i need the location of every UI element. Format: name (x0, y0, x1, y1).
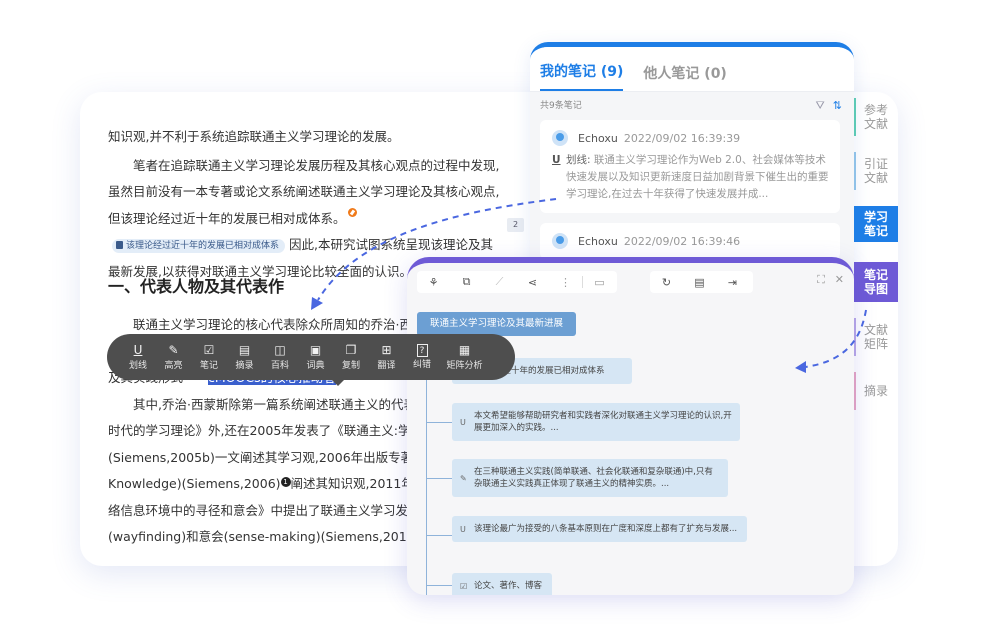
note-bubble[interactable]: 该理论经过近十年的发展已相对成体系 (112, 239, 286, 253)
page-badge: 2 (507, 218, 524, 232)
toolbar-excerpt[interactable]: ▤ 摘录 (234, 343, 256, 372)
avatar (552, 233, 568, 249)
note-card[interactable]: Echoxu 2022/09/02 16:39:39 U 划线: 联通主义学习理… (540, 120, 840, 213)
side-tab-literature-matrix[interactable]: 文献矩阵 (854, 310, 898, 364)
copy-icon: ❐ (345, 342, 357, 357)
filter-icon[interactable]: ⛛ (816, 99, 825, 112)
connector-line (426, 422, 452, 423)
toolbar-underline[interactable]: U 划线 (127, 343, 149, 372)
note-text: 联通主义学习理论作为Web 2.0、社会媒体等技术快速发展以及知识更新速度日益加… (566, 154, 829, 200)
highlight-icon: ✎ (460, 474, 467, 483)
note-card[interactable]: Echoxu 2022/09/02 16:39:46 (540, 223, 840, 259)
notes-panel: 我的笔记 (9) 他人笔记 (0) 共9条笔记 ⛛ ⇅ Echoxu 2022/0… (530, 42, 854, 272)
mind-map-toolbar: ⚘ ⧉ ⟋ ⋖ ⋮ ▭ (417, 271, 617, 293)
correction-icon: ? (416, 343, 428, 357)
note-time: 2022/09/02 16:39:39 (623, 131, 741, 145)
window-controls: ⛶ ✕ (807, 273, 844, 287)
section-heading: 一、代表人物及其代表作 (108, 277, 285, 296)
toolbar-highlight[interactable]: ✎ 高亮 (163, 343, 185, 372)
reference-marker[interactable]: 1 (280, 477, 291, 487)
avatar (552, 130, 568, 146)
mind-map-window: ⚘ ⧉ ⟋ ⋖ ⋮ ▭ ↻ ▤ ⇥ ⛶ ✕ 联通主义学习理论及其最新进展 该理论经… (407, 257, 854, 595)
underline-icon: U (552, 154, 561, 166)
paragraph: 知识观,并不利于系统追踪联通主义学习理论的发展。 (108, 129, 400, 144)
structure-icon[interactable]: ⚘ (417, 276, 450, 289)
mind-map-node[interactable]: ☑ 论文、著作、博客 (452, 573, 552, 595)
sort-icon[interactable]: ⇅ (833, 99, 842, 112)
export-icon[interactable]: ⇥ (716, 276, 749, 289)
connector-line (426, 478, 452, 479)
toolbar-correction[interactable]: ? 纠错 (411, 343, 433, 371)
notes-tabs: 我的笔记 (9) 他人笔记 (0) (530, 47, 854, 92)
mind-map-node[interactable]: ✎ 在三种联通主义实践(简单联通、社会化联通和复杂联通)中,只有杂联通主义实践真正… (452, 459, 728, 497)
text-line: 其中,乔治·西蒙斯除第一篇系统阐述联通主义的代表作《联 (133, 396, 413, 412)
mind-map-node[interactable]: U 该理论最广为接受的八条基本原则在广度和深度上都有了扩充与发展... (452, 516, 747, 542)
mind-map-actions: ↻ ▤ ⇥ (650, 271, 753, 293)
share-node-icon[interactable]: ⋖ (516, 276, 549, 289)
split-icon[interactable]: ⋮ (549, 276, 582, 289)
note-user: Echoxu (578, 234, 618, 248)
side-tab-study-notes[interactable]: 学习笔记 (854, 206, 898, 242)
excerpt-icon: ▤ (238, 342, 251, 357)
fullscreen-icon[interactable]: ⛶ (817, 273, 825, 286)
note-icon (116, 241, 123, 249)
refresh-icon[interactable]: ↻ (650, 276, 683, 289)
toolbar-encyclopedia[interactable]: ◫ 百科 (269, 343, 291, 372)
toolbar-dictionary[interactable]: ▣ 词典 (305, 343, 327, 372)
side-tab-note-map[interactable]: 笔记导图 (854, 262, 898, 302)
side-tab-references[interactable]: 参考文献 (854, 90, 898, 144)
notes-count: 共9条笔记 (540, 101, 582, 111)
add-node-icon[interactable]: ⧉ (450, 275, 483, 289)
underline-icon: U (460, 525, 466, 534)
side-tabs: 参考文献 引证文献 学习笔记 笔记导图 文献矩阵 摘录 (854, 90, 898, 418)
note-kind: 划线: (566, 154, 591, 166)
encyclopedia-icon: ◫ (274, 342, 286, 357)
tab-my-notes[interactable]: 我的笔记 (9) (540, 61, 624, 91)
note-time: 2022/09/02 16:39:46 (623, 234, 741, 248)
comment-icon[interactable]: ▭ (583, 276, 616, 289)
underline-icon: U (133, 342, 143, 357)
underline-icon: U (460, 418, 466, 427)
matrix-analysis-icon: ▦ (458, 342, 471, 357)
highlight-icon: ✎ (168, 342, 179, 357)
document-icon[interactable]: ▤ (683, 276, 716, 289)
mind-map-root-node[interactable]: 联通主义学习理论及其最新进展 (417, 312, 576, 336)
mind-map-node[interactable]: U 本文希望能够帮助研究者和实践者深化对联通主义学习理论的认识,开展更加深入的实践… (452, 403, 740, 441)
toolbar-matrix-analysis[interactable]: ▦ 矩阵分析 (447, 343, 483, 372)
toolbar-translate[interactable]: ⊞ 翻译 (376, 343, 398, 372)
connector-line (426, 351, 427, 595)
translate-icon: ⊞ (381, 342, 392, 357)
note-icon: ☑ (460, 582, 468, 591)
toolbar-copy[interactable]: ❐ 复制 (340, 343, 362, 372)
side-tab-citations[interactable]: 引证文献 (854, 144, 898, 198)
dictionary-icon: ▣ (309, 342, 322, 357)
connector-line (426, 585, 452, 586)
text-line: 时代的学习理论》外,还在2005年发表了《联通主义:学习 (108, 423, 413, 438)
side-tab-excerpts[interactable]: 摘录 (854, 364, 898, 418)
close-icon[interactable]: ✕ (835, 273, 844, 286)
text-line: Knowledge)(Siemens,2006)1阐述其知识观,2011年在博士… (108, 476, 413, 491)
toolbar-note[interactable]: ☑ 笔记 (198, 343, 220, 372)
selection-toolbar: U 划线 ✎ 高亮 ☑ 笔记 ▤ 摘录 ◫ 百科 ▣ 词典 ❐ 复制 ⊞ 翻译 ? 纠错 ▦ 矩阵分… (107, 334, 515, 386)
note-icon: ☑ (203, 342, 215, 357)
connector-line (426, 535, 452, 536)
edit-marker-icon[interactable] (347, 207, 357, 217)
text-line: (Siemens,2005b)一文阐述其学习观,2006年出版专著《知晓 (108, 449, 413, 465)
text-line: 络信息环境中的寻径和意会》中提出了联通主义学习发生的 (108, 502, 413, 518)
notes-summary: 共9条笔记 ⛛ ⇅ (530, 92, 854, 120)
unlink-icon[interactable]: ⟋ (483, 275, 516, 289)
tab-others-notes[interactable]: 他人笔记 (0) (643, 63, 726, 91)
note-user: Echoxu (578, 131, 618, 145)
text-line: (wayfinding)和意会(sense-making)(Siemens,20… (108, 529, 413, 544)
